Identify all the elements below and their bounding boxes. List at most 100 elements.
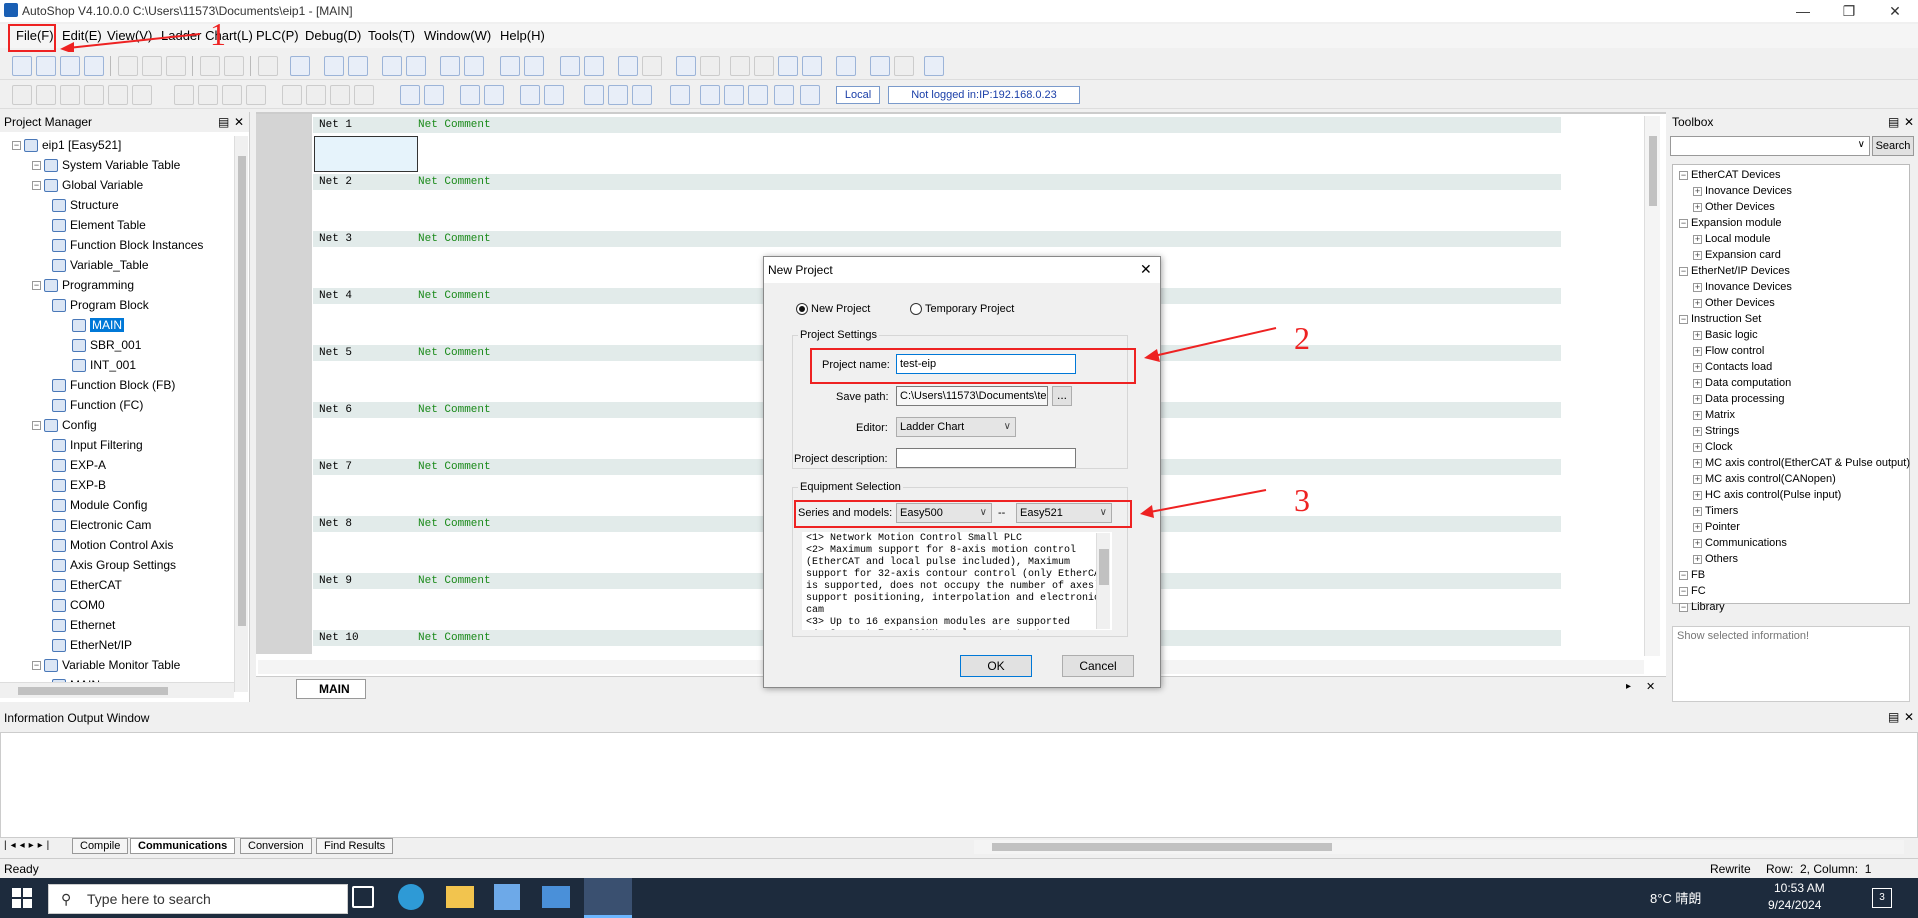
- ladder-contact-icon[interactable]: [174, 85, 194, 105]
- element-2-icon[interactable]: [754, 56, 774, 76]
- panel-icon[interactable]: [924, 56, 944, 76]
- edge-icon[interactable]: [398, 884, 424, 910]
- menu-help[interactable]: Help(H): [500, 28, 545, 43]
- net-row[interactable]: Net 1 Net Comment: [313, 117, 1561, 133]
- tree-item[interactable]: Program Block: [52, 296, 149, 314]
- tree-item[interactable]: − eip1 [Easy521]: [12, 136, 121, 154]
- edit-mode-icon[interactable]: [700, 56, 720, 76]
- weather[interactable]: 8°C 晴朗: [1650, 888, 1701, 907]
- toolbox-item[interactable]: + Strings: [1693, 423, 1739, 439]
- ladder-down-2-icon[interactable]: [132, 85, 152, 105]
- stop-icon[interactable]: [524, 56, 544, 76]
- expand-icon[interactable]: −: [1679, 314, 1688, 324]
- toolbox-item[interactable]: + HC axis control(Pulse input): [1693, 487, 1841, 503]
- expand-icon[interactable]: −: [1679, 602, 1688, 612]
- ladder-contact-4-icon[interactable]: [246, 85, 266, 105]
- expand-icon[interactable]: +: [1693, 186, 1702, 196]
- net-comment[interactable]: Net Comment: [418, 119, 491, 131]
- net-row[interactable]: Net 2 Net Comment: [313, 174, 1561, 190]
- menu-plc[interactable]: PLC(P): [256, 28, 299, 43]
- save-all-icon[interactable]: [84, 56, 104, 76]
- expand-icon[interactable]: +: [1693, 474, 1702, 484]
- expand-icon[interactable]: +: [1693, 346, 1702, 356]
- toolbox-item[interactable]: + Others: [1693, 551, 1738, 567]
- expand-icon[interactable]: +: [1693, 442, 1702, 452]
- toolbox-item[interactable]: − Expansion module: [1679, 215, 1782, 231]
- ok-button[interactable]: OK: [960, 655, 1032, 677]
- toolbox-item[interactable]: + MC axis control(CANopen): [1693, 471, 1836, 487]
- expand-icon[interactable]: −: [1679, 218, 1688, 228]
- tab-communications[interactable]: Communications: [130, 838, 236, 854]
- window-cascade-icon[interactable]: [382, 56, 402, 76]
- toolbox-item[interactable]: + Clock: [1693, 439, 1733, 455]
- toolbox-item[interactable]: + Timers: [1693, 503, 1738, 519]
- tree-item[interactable]: INT_001: [72, 356, 136, 374]
- tree-item[interactable]: − System Variable Table: [32, 156, 180, 174]
- vline-icon[interactable]: [700, 85, 720, 105]
- paste-icon[interactable]: [166, 56, 186, 76]
- toolbox-search-button[interactable]: Search: [1872, 136, 1914, 156]
- expand-icon[interactable]: +: [1693, 298, 1702, 308]
- ladder-corner-2-icon[interactable]: [354, 85, 374, 105]
- info-close-icon[interactable]: ✕: [1904, 710, 1914, 724]
- net-comment[interactable]: Net Comment: [418, 461, 491, 473]
- close-icon[interactable]: ✕: [1872, 0, 1918, 22]
- arrow-up-icon[interactable]: [774, 85, 794, 105]
- ladder-s2-icon[interactable]: [60, 85, 80, 105]
- hline-icon[interactable]: [670, 85, 690, 105]
- monitor-icon[interactable]: [618, 56, 638, 76]
- insert-row-icon[interactable]: [778, 56, 798, 76]
- net-comment[interactable]: Net Comment: [418, 575, 491, 587]
- toolbox-item[interactable]: + Matrix: [1693, 407, 1735, 423]
- toolbox-item[interactable]: + Other Devices: [1693, 295, 1775, 311]
- net-comment[interactable]: Net Comment: [418, 632, 491, 644]
- project-tree-scrollbar[interactable]: [234, 136, 248, 692]
- project-tree-hscrollbar[interactable]: [0, 682, 234, 698]
- instruction-icon[interactable]: [584, 85, 604, 105]
- download-icon[interactable]: [560, 56, 580, 76]
- ladder-hline-icon[interactable]: [282, 85, 302, 105]
- toolbox-item[interactable]: + Contacts load: [1693, 359, 1772, 375]
- menu-tools[interactable]: Tools(T): [368, 28, 415, 43]
- ladder-s-icon[interactable]: [36, 85, 56, 105]
- slash-icon[interactable]: [724, 85, 744, 105]
- toolbox-item[interactable]: + Data processing: [1693, 391, 1785, 407]
- minimize-icon[interactable]: —: [1780, 0, 1826, 22]
- cut-icon[interactable]: [118, 56, 138, 76]
- expand-icon[interactable]: −: [1679, 266, 1688, 276]
- coil-icon[interactable]: [520, 85, 540, 105]
- tree-item[interactable]: Axis Group Settings: [52, 556, 176, 574]
- panel-close-icon[interactable]: ✕: [234, 112, 244, 132]
- windows-start-icon[interactable]: [12, 888, 32, 908]
- tree-item[interactable]: COM0: [52, 596, 105, 614]
- find-icon[interactable]: [290, 56, 310, 76]
- clock-time[interactable]: 10:53 AM: [1774, 881, 1825, 895]
- expand-icon[interactable]: −: [32, 181, 41, 191]
- print-icon[interactable]: [348, 56, 368, 76]
- toolbox-item[interactable]: + Local module: [1693, 231, 1770, 247]
- tree-item[interactable]: SBR_001: [72, 336, 141, 354]
- tab-close-icon[interactable]: ✕: [1646, 680, 1655, 693]
- toolbox-pin-icon[interactable]: ▤: [1888, 112, 1899, 132]
- radio-new-project[interactable]: New Project: [796, 303, 870, 316]
- info-pin-icon[interactable]: ▤: [1888, 710, 1899, 724]
- toolbox-item[interactable]: − EtherNet/IP Devices: [1679, 263, 1790, 279]
- copy-icon[interactable]: [142, 56, 162, 76]
- print-preview-icon[interactable]: [324, 56, 344, 76]
- toolbox-item[interactable]: + Pointer: [1693, 519, 1740, 535]
- delete-icon[interactable]: [258, 56, 278, 76]
- tree-item[interactable]: Module Config: [52, 496, 147, 514]
- toolbox-item[interactable]: + Expansion card: [1693, 247, 1781, 263]
- expand-icon[interactable]: +: [1693, 250, 1702, 260]
- upload-icon[interactable]: [584, 56, 604, 76]
- open-folder-icon[interactable]: [36, 56, 56, 76]
- expand-icon[interactable]: −: [1679, 170, 1688, 180]
- tree-item[interactable]: Function Block Instances: [52, 236, 203, 254]
- editor-cursor-cell[interactable]: [314, 136, 418, 172]
- window-tile-icon[interactable]: [406, 56, 426, 76]
- toolbox-item[interactable]: − Instruction Set: [1679, 311, 1761, 327]
- toolbox-item[interactable]: − FC: [1679, 583, 1706, 599]
- parallel-contact-icon[interactable]: [460, 85, 480, 105]
- write-icon[interactable]: [676, 56, 696, 76]
- pin-icon[interactable]: ▤: [218, 112, 229, 132]
